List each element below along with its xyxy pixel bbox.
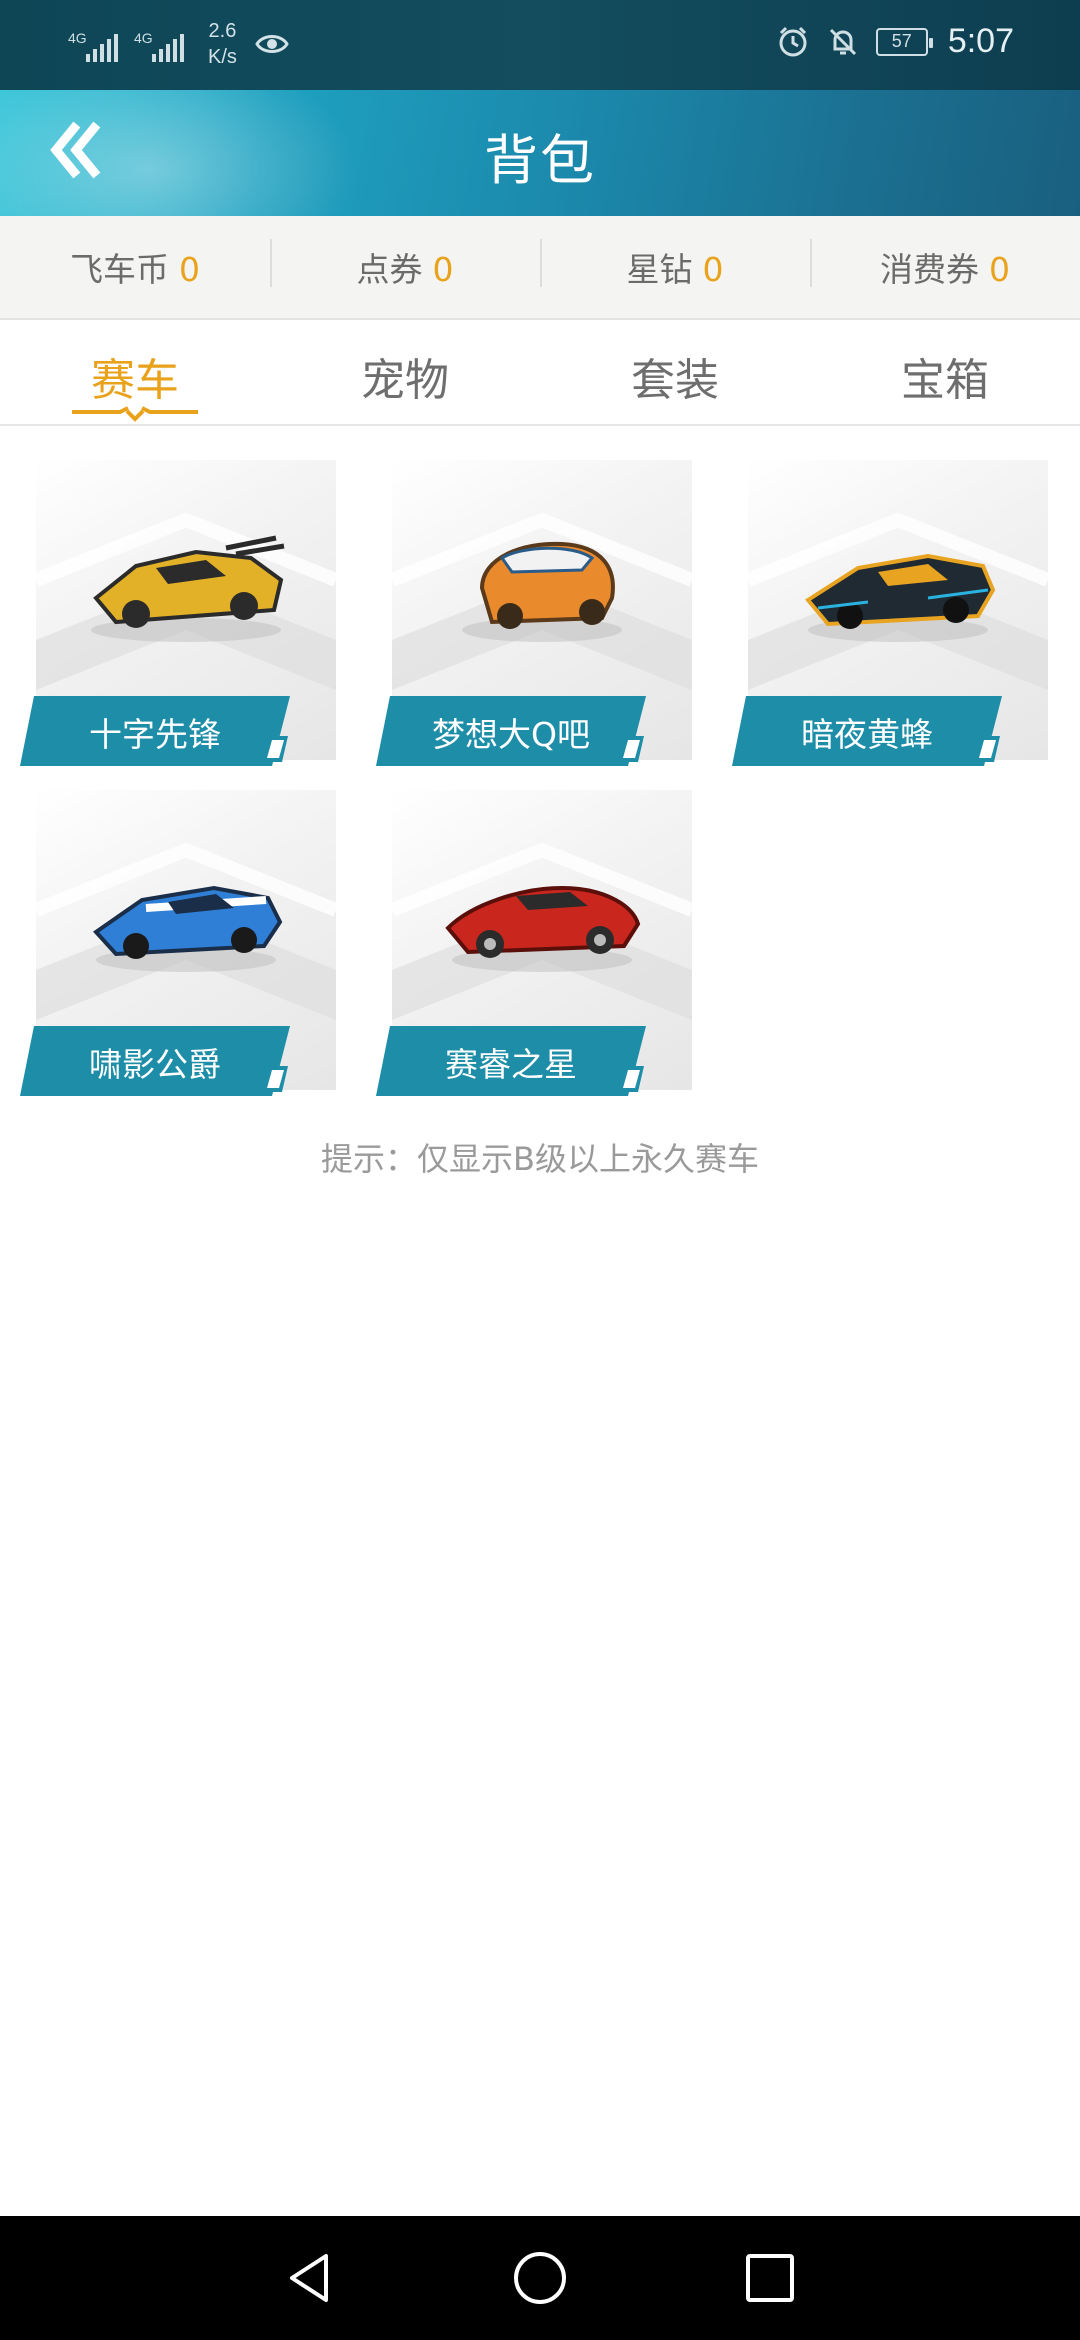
car-image xyxy=(462,541,622,642)
status-right: 57 5:07 xyxy=(776,22,1014,61)
currency-item: 点券 0 xyxy=(270,239,540,291)
signal-icon: 4G xyxy=(134,24,192,64)
car-card[interactable]: 暗夜黄蜂 xyxy=(732,460,1048,772)
system-nav-bar xyxy=(0,2216,1080,2340)
back-triangle-icon[interactable] xyxy=(280,2248,340,2308)
clock: 5:07 xyxy=(947,22,1014,60)
currency-label: 飞车币 xyxy=(70,250,169,289)
bell-off-icon xyxy=(829,28,856,55)
car-name: 暗夜黄蜂 xyxy=(801,715,933,754)
app-header: 背包 xyxy=(0,90,1080,216)
currency-label: 消费券 xyxy=(880,250,979,289)
hint-text: 提示：仅显示B级以上永久赛车 xyxy=(321,1140,759,1178)
car-name: 啸影公爵 xyxy=(89,1045,221,1084)
battery-indicator: 57 xyxy=(875,27,933,56)
car-name-label: 十字先锋 xyxy=(20,696,326,766)
network-type-2: 4G xyxy=(134,30,153,46)
car-name-label: 赛睿之星 xyxy=(376,1026,682,1096)
tab-label: 宝箱 xyxy=(901,355,989,406)
network-type-1: 4G xyxy=(68,30,87,46)
battery-level: 57 xyxy=(891,31,912,51)
currency-value: 0 xyxy=(179,250,200,289)
currency-label: 星钻 xyxy=(626,250,693,289)
car-image xyxy=(92,885,283,972)
currency-value: 0 xyxy=(989,250,1010,289)
signal-icon: 4G xyxy=(68,24,126,64)
car-name-label: 暗夜黄蜂 xyxy=(732,696,1038,766)
tab-pets[interactable]: 宠物 xyxy=(270,322,540,424)
network-speed: 2.6 K/s xyxy=(208,18,237,70)
page-title: 背包 xyxy=(484,129,596,192)
tab-label: 宠物 xyxy=(361,355,449,406)
car-card[interactable]: 赛睿之星 xyxy=(376,790,692,1102)
tab-chests[interactable]: 宝箱 xyxy=(810,322,1080,424)
car-name-label: 啸影公爵 xyxy=(20,1026,326,1096)
eye-icon xyxy=(255,35,289,53)
car-card[interactable]: 十字先锋 xyxy=(20,460,336,772)
active-tab-indicator xyxy=(72,406,198,422)
status-bar: 4G 4G 2.6 K/s 57 5:07 xyxy=(0,0,1080,90)
car-name: 赛睿之星 xyxy=(445,1045,577,1084)
speed-unit: K/s xyxy=(208,46,237,68)
tab-label: 赛车 xyxy=(91,355,179,406)
car-image xyxy=(805,553,996,642)
tab-label: 套装 xyxy=(631,355,719,406)
currency-bar: 飞车币 0 点券 0 星钻 0 消费券 0 xyxy=(0,216,1080,320)
car-image xyxy=(445,885,641,972)
car-name-label: 梦想大Q吧 xyxy=(376,696,682,766)
currency-item: 星钻 0 xyxy=(540,239,810,291)
car-card[interactable]: 啸影公爵 xyxy=(20,790,336,1102)
car-name: 十字先锋 xyxy=(89,715,221,754)
currency-item: 消费券 0 xyxy=(810,239,1080,291)
currency-item: 飞车币 0 xyxy=(0,243,270,291)
status-left: 4G 4G 2.6 K/s xyxy=(68,18,289,70)
currency-value: 0 xyxy=(702,250,724,289)
car-name: 梦想大Q吧 xyxy=(432,715,590,754)
currency-label: 点券 xyxy=(356,250,423,289)
home-circle-icon[interactable] xyxy=(510,2248,570,2308)
alarm-icon xyxy=(779,26,807,56)
tab-bar: 赛车 宠物 套装 宝箱 xyxy=(0,322,1080,426)
car-card[interactable]: 梦想大Q吧 xyxy=(376,460,692,772)
tab-cars[interactable]: 赛车 xyxy=(0,322,270,424)
currency-value: 0 xyxy=(432,250,454,289)
car-image xyxy=(91,535,285,642)
recents-square-icon[interactable] xyxy=(740,2248,800,2308)
tab-outfits[interactable]: 套装 xyxy=(540,322,810,424)
speed-value: 2.6 xyxy=(208,20,237,42)
